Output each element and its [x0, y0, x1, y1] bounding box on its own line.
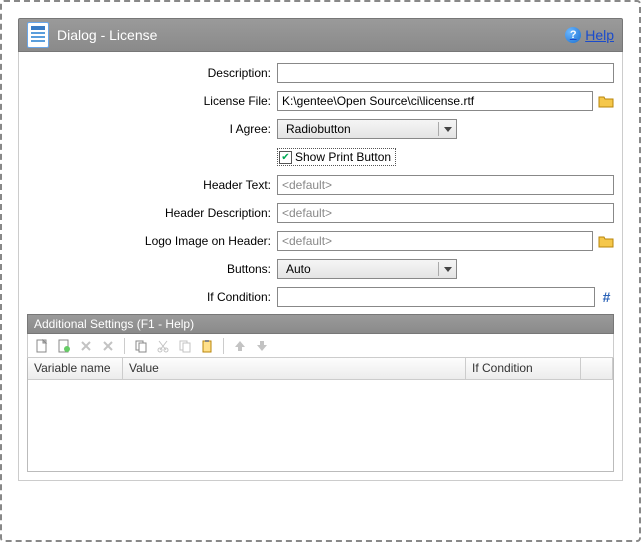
help-link[interactable]: ? Help	[565, 27, 614, 43]
grid-col-value[interactable]: Value	[123, 358, 466, 379]
section-header: Additional Settings (F1 - Help)	[27, 314, 614, 334]
header-desc-input[interactable]	[277, 203, 614, 223]
grid-col-ifcond[interactable]: If Condition	[466, 358, 581, 379]
panel-title: Dialog - License	[57, 27, 565, 43]
buttons-select[interactable]: Auto	[277, 259, 457, 279]
move-down-button[interactable]	[254, 338, 270, 354]
description-input[interactable]	[277, 63, 614, 83]
toolbar-separator	[124, 338, 125, 354]
chevron-down-icon	[438, 262, 456, 276]
folder-icon	[598, 94, 614, 108]
grid-col-extra[interactable]	[581, 358, 613, 379]
clipboard-icon	[200, 339, 214, 353]
help-icon: ?	[565, 27, 581, 43]
license-file-label: License File:	[27, 94, 277, 108]
iagree-label: I Agree:	[27, 122, 277, 136]
iagree-select[interactable]: Radiobutton	[277, 119, 457, 139]
chevron-down-icon	[438, 122, 456, 136]
license-file-input[interactable]	[277, 91, 593, 111]
additional-toolbar	[27, 334, 614, 358]
iagree-value: Radiobutton	[282, 122, 351, 136]
ifcond-label: If Condition:	[27, 290, 277, 304]
copy-icon	[134, 339, 148, 353]
copy2-button[interactable]	[177, 338, 193, 354]
buttons-value: Auto	[282, 262, 311, 276]
arrow-up-icon	[233, 339, 247, 353]
header-text-input[interactable]	[277, 175, 614, 195]
browse-logo-button[interactable]	[597, 233, 614, 249]
new-item-button[interactable]	[34, 338, 50, 354]
buttons-label: Buttons:	[27, 262, 277, 276]
scissors-icon	[156, 339, 170, 353]
new-child-icon	[57, 339, 71, 353]
logo-label: Logo Image on Header:	[27, 234, 277, 248]
help-label: Help	[585, 27, 614, 43]
grid-col-variable[interactable]: Variable name	[28, 358, 123, 379]
logo-input[interactable]	[277, 231, 593, 251]
description-label: Description:	[27, 66, 277, 80]
panel-header: Dialog - License ? Help	[18, 18, 623, 52]
x-icon	[101, 339, 115, 353]
ifcond-hash-button[interactable]: #	[599, 289, 614, 305]
checkmark-icon: ✔	[279, 151, 292, 164]
additional-settings-grid[interactable]: Variable name Value If Condition	[27, 358, 614, 472]
arrow-down-icon	[255, 339, 269, 353]
copy-button[interactable]	[133, 338, 149, 354]
grid-header: Variable name Value If Condition	[28, 358, 613, 380]
folder-icon	[598, 234, 614, 248]
paste-button[interactable]	[199, 338, 215, 354]
header-desc-label: Header Description:	[27, 206, 277, 220]
show-print-checkbox[interactable]: ✔ Show Print Button	[277, 148, 396, 166]
section-title: Additional Settings (F1 - Help)	[34, 317, 194, 331]
show-print-label: Show Print Button	[295, 150, 391, 164]
grid-body[interactable]	[28, 380, 613, 471]
toolbar-separator	[223, 338, 224, 354]
delete-all-button[interactable]	[100, 338, 116, 354]
document-icon	[27, 22, 49, 48]
browse-license-button[interactable]	[597, 93, 614, 109]
new-file-icon	[35, 339, 49, 353]
x-icon	[79, 339, 93, 353]
duplicate-icon	[178, 339, 192, 353]
delete-button[interactable]	[78, 338, 94, 354]
new-child-button[interactable]	[56, 338, 72, 354]
move-up-button[interactable]	[232, 338, 248, 354]
form-area: Description: License File: I Agree: Radi…	[18, 52, 623, 481]
header-text-label: Header Text:	[27, 178, 277, 192]
cut-button[interactable]	[155, 338, 171, 354]
ifcond-input[interactable]	[277, 287, 595, 307]
